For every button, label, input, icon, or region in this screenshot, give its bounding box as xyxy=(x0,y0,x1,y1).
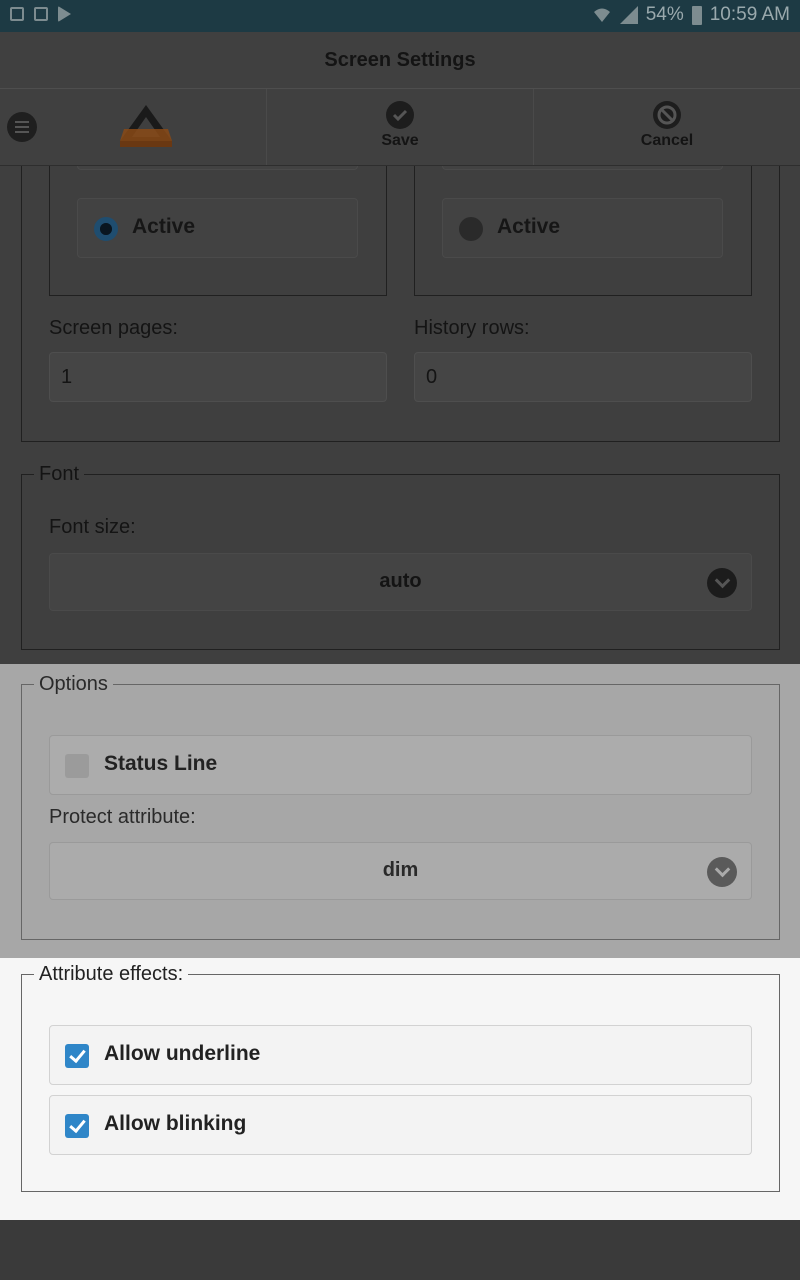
checkmark-icon xyxy=(386,101,414,129)
attribute-effects-legend: Attribute effects: xyxy=(34,963,189,986)
allow-underline-label: Allow underline xyxy=(104,1042,261,1065)
screen-pages-label: Screen pages: xyxy=(49,317,178,339)
allow-blinking-option[interactable]: Allow blinking xyxy=(49,1095,752,1155)
font-size-value: auto xyxy=(379,570,422,592)
clock: 10:59 AM xyxy=(709,4,790,25)
left-mode-option-hidden[interactable] xyxy=(77,166,358,170)
status-line-checkbox[interactable] xyxy=(65,754,89,778)
protect-attribute-label: Protect attribute: xyxy=(49,806,196,828)
attribute-effects-region: Attribute effects: Allow underline Allow… xyxy=(0,958,800,1220)
calendar-notification-icon xyxy=(34,7,48,21)
notification-icons xyxy=(10,6,71,22)
protect-attribute-select[interactable]: dim xyxy=(49,842,752,900)
options-legend: Options xyxy=(34,673,113,696)
status-line-option[interactable]: Status Line xyxy=(49,735,752,795)
right-mode-option-hidden[interactable] xyxy=(442,166,723,170)
history-rows-input[interactable]: 0 xyxy=(414,352,752,402)
battery-percent: 54% xyxy=(645,4,684,25)
save-label: Save xyxy=(381,132,419,149)
image-notification-icon xyxy=(10,7,24,21)
history-rows-label: History rows: xyxy=(414,317,530,339)
allow-blinking-label: Allow blinking xyxy=(104,1112,247,1135)
toolbar: Save Cancel xyxy=(0,88,800,166)
page-title: Screen Settings xyxy=(0,32,800,88)
cancel-label: Cancel xyxy=(640,132,694,149)
toolbar-home-cell xyxy=(0,89,267,165)
chevron-down-icon xyxy=(707,568,737,598)
status-bar: 54% 10:59 AM xyxy=(0,0,800,32)
left-active-radio[interactable] xyxy=(94,217,118,241)
settings-content[interactable]: Active Active Screen pages: 1 History ro… xyxy=(0,166,800,1220)
left-active-label: Active xyxy=(132,215,196,238)
protect-attribute-value: dim xyxy=(382,859,419,881)
bottom-overlay xyxy=(0,1220,800,1280)
signal-icon xyxy=(619,6,638,24)
right-active-label: Active xyxy=(497,215,561,238)
allow-blinking-checkbox[interactable] xyxy=(65,1114,89,1138)
screen-pages-input[interactable]: 1 xyxy=(49,352,387,402)
play-store-notification-icon xyxy=(58,6,71,22)
font-size-label: Font size: xyxy=(49,516,136,538)
save-button[interactable]: Save xyxy=(267,89,534,165)
font-size-select[interactable]: auto xyxy=(49,553,752,611)
chevron-down-icon xyxy=(707,857,737,887)
wifi-icon xyxy=(593,8,610,22)
right-active-radio-row[interactable]: Active xyxy=(442,198,723,258)
menu-icon[interactable] xyxy=(7,112,37,142)
left-active-radio-row[interactable]: Active xyxy=(77,198,358,258)
options-region: Options Status Line Protect attribute: d… xyxy=(0,664,800,958)
app-logo xyxy=(120,105,172,147)
font-legend: Font xyxy=(34,463,85,486)
battery-icon xyxy=(691,5,702,25)
allow-underline-option[interactable]: Allow underline xyxy=(49,1025,752,1085)
cancel-icon xyxy=(653,101,681,129)
allow-underline-checkbox[interactable] xyxy=(65,1044,89,1068)
cancel-button[interactable]: Cancel xyxy=(534,89,800,165)
right-active-radio[interactable] xyxy=(459,217,483,241)
status-line-label: Status Line xyxy=(104,752,218,775)
